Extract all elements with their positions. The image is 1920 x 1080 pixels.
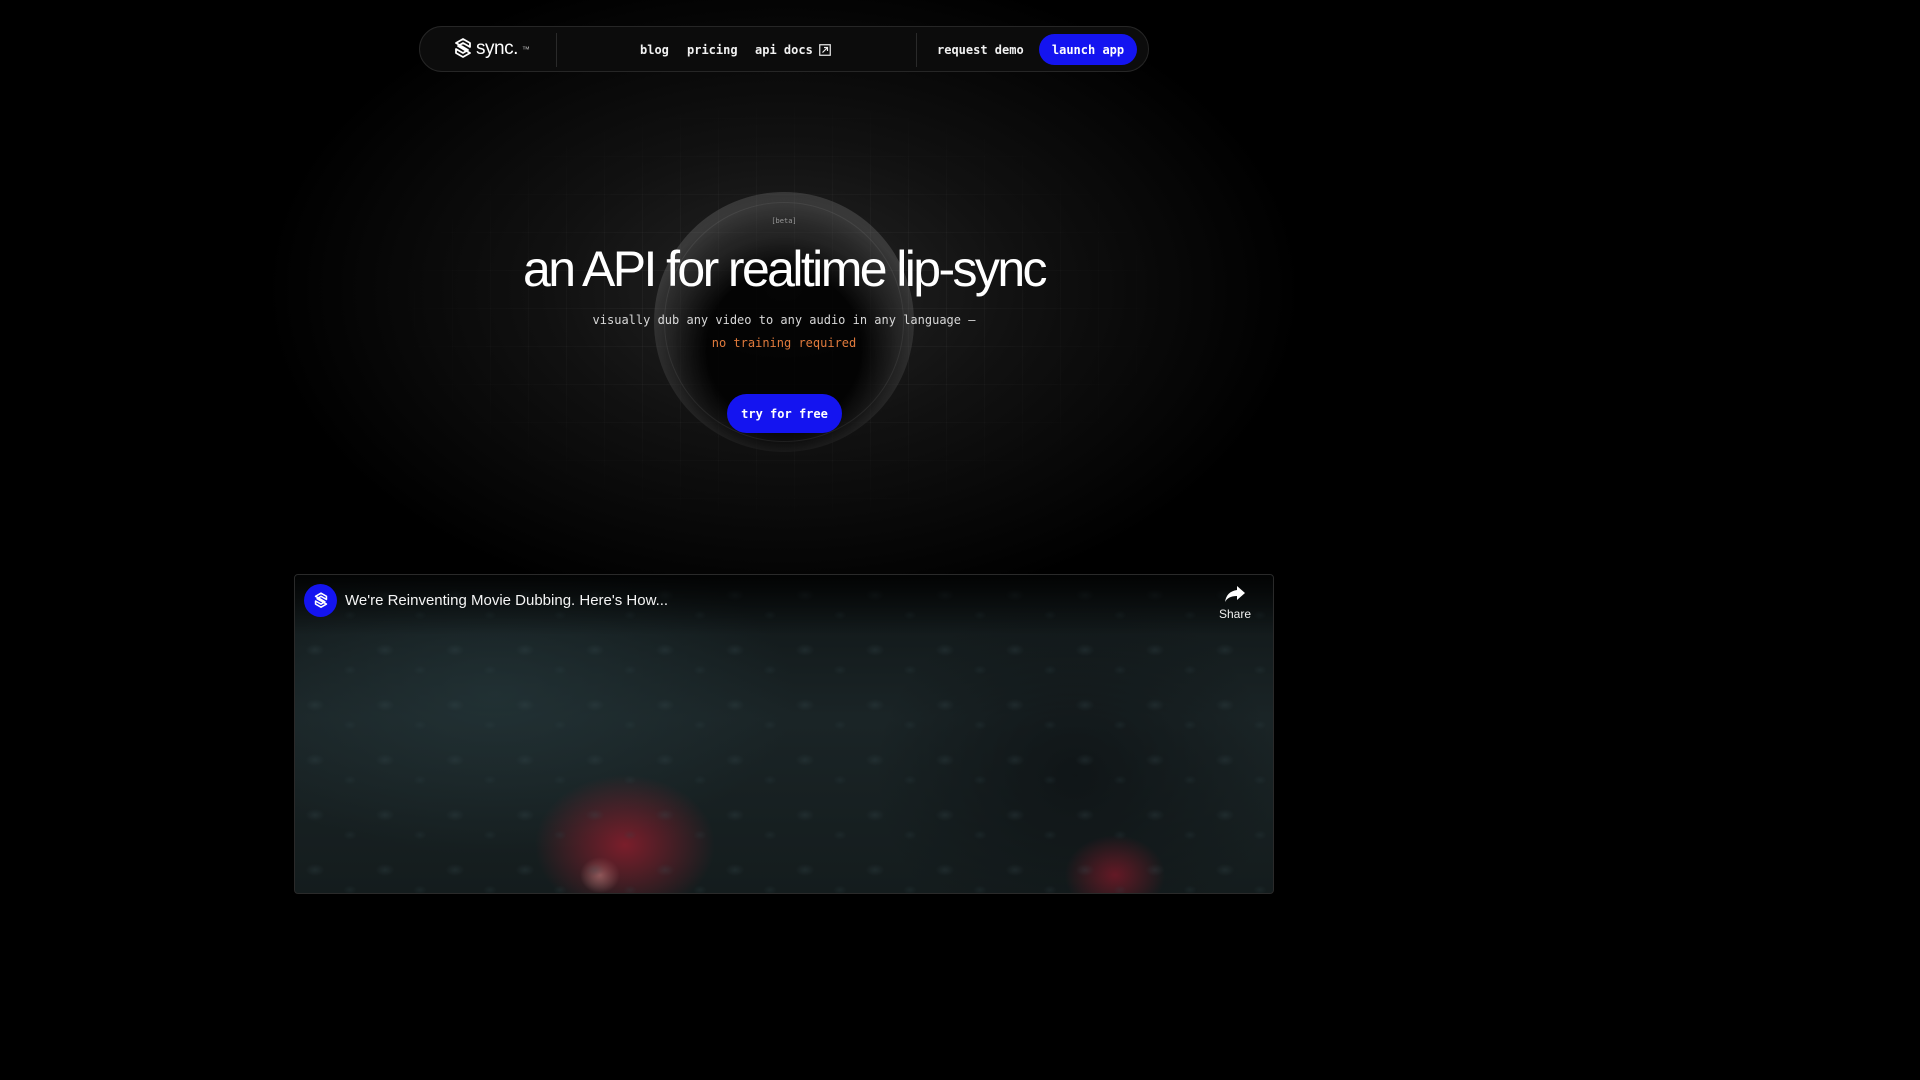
share-arrow-icon: [1225, 586, 1245, 602]
video-title[interactable]: We're Reinventing Movie Dubbing. Here's …: [345, 592, 668, 609]
try-for-free-button[interactable]: try for free: [727, 394, 842, 433]
external-link-icon: [818, 44, 831, 56]
beta-badge: [beta]: [771, 217, 797, 225]
brand-trademark: ™: [521, 44, 530, 54]
sync-logo-icon: [455, 38, 471, 58]
launch-app-button[interactable]: launch app: [1039, 34, 1137, 65]
brand-logo-link[interactable]: sync. ™: [454, 38, 530, 60]
top-navbar: sync. ™ blog pricing api docs request dem…: [419, 26, 1149, 72]
brand-name: sync.: [476, 38, 518, 59]
nav-divider-left: [556, 33, 557, 67]
nav-divider-right: [916, 33, 917, 67]
sync-logo-icon: [314, 591, 327, 608]
nav-link-blog[interactable]: blog: [640, 42, 669, 58]
request-demo-link[interactable]: request demo: [937, 42, 1024, 58]
video-player[interactable]: We're Reinventing Movie Dubbing. Here's …: [294, 574, 1274, 894]
hero-headline: an API for realtime lip-sync: [523, 241, 1047, 297]
hero-subheadline: visually dub any video to any audio in a…: [592, 313, 976, 327]
hero-subheadline-accent: no training required: [711, 336, 857, 350]
nav-link-pricing[interactable]: pricing: [687, 42, 738, 58]
nav-link-api-docs[interactable]: api docs: [755, 42, 831, 58]
channel-avatar[interactable]: [304, 584, 337, 617]
share-button[interactable]: Share: [1215, 584, 1255, 628]
nav-link-api-docs-label: api docs: [755, 43, 813, 57]
share-label: Share: [1218, 607, 1252, 621]
